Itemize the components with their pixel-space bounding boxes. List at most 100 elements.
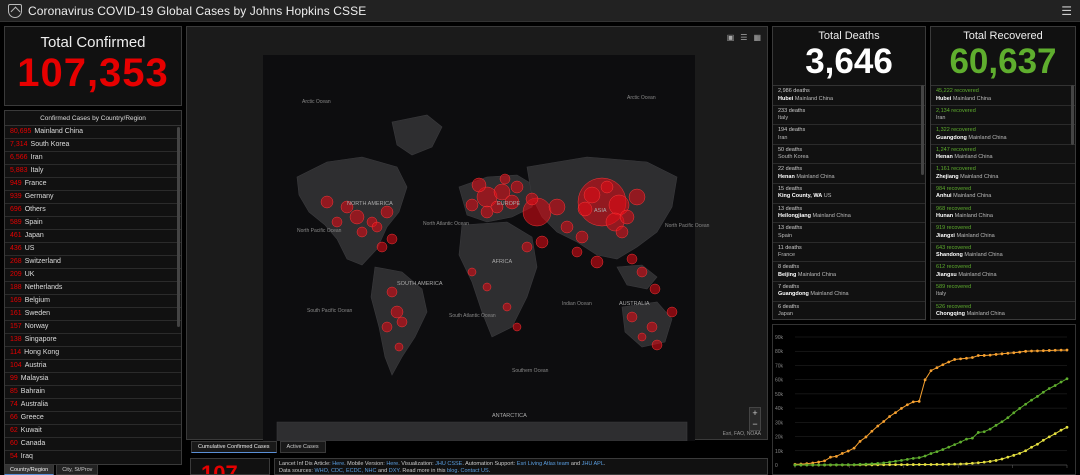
country-list-item[interactable]: 104 Austria [5,360,181,373]
chart-point[interactable] [994,353,998,356]
chart-point[interactable] [953,462,957,466]
chart-point[interactable] [911,456,915,460]
case-bubble[interactable] [381,321,393,333]
chart-point[interactable] [840,463,844,467]
case-bubble[interactable] [626,253,638,265]
country-list-item[interactable]: 939 Germany [5,191,181,204]
chart-point[interactable] [1036,395,1039,398]
case-bubble[interactable] [482,282,492,292]
chart-point[interactable] [793,463,797,467]
chart-point[interactable] [982,430,986,434]
chart-point[interactable] [923,454,927,458]
recovered-list-item[interactable]: 45,222 recovered Hubei Mainland China [931,86,1075,106]
chart-point[interactable] [817,460,821,464]
chart-point[interactable] [882,461,886,465]
chart-point[interactable] [888,463,892,467]
country-list-item[interactable]: 62 Kuwait [5,425,181,438]
chart-point[interactable] [917,456,921,460]
chart-point[interactable] [1006,416,1010,420]
chart-point[interactable] [965,356,968,360]
country-list-item[interactable]: 7,314 South Korea [5,139,181,152]
chart-point[interactable] [829,463,832,467]
country-list-item[interactable]: 99 Malaysia [5,373,181,386]
chart-point[interactable] [1036,349,1039,353]
case-bubble[interactable] [583,186,601,204]
chart-point[interactable] [888,460,892,464]
deaths-list-item[interactable]: 22 deaths Henan Mainland China [773,164,925,184]
chart-point[interactable] [1030,445,1033,449]
chart-point[interactable] [953,443,957,446]
chart-point[interactable] [1065,348,1069,352]
case-bubble[interactable] [646,321,658,333]
chart-point[interactable] [965,437,968,441]
case-bubble[interactable] [467,267,477,277]
chart-point[interactable] [840,452,844,455]
chart-point[interactable] [923,463,927,466]
chart-point[interactable] [982,460,986,464]
chart-point[interactable] [1030,398,1033,402]
country-list-item[interactable]: 268 Switzerland [5,256,181,269]
country-list-item[interactable]: 188 Netherlands [5,282,181,295]
recovered-scrollbar[interactable] [1071,85,1074,145]
chart-point[interactable] [935,450,939,454]
case-bubble[interactable] [320,195,334,209]
recovered-list-item[interactable]: 643 recovered Shandong Mainland China [931,243,1075,263]
chart-point[interactable] [876,462,880,465]
chart-point[interactable] [1047,435,1051,439]
case-bubble[interactable] [465,198,479,212]
country-list-item[interactable]: 436 US [5,243,181,256]
case-bubble[interactable] [560,220,574,234]
chart-point[interactable] [900,458,903,462]
mobile-link[interactable]: Here [386,461,398,467]
country-list-item[interactable]: 54 Iraq [5,451,181,463]
recovered-list-item[interactable]: 968 recovered Hunan Mainland China [931,204,1075,224]
chart-point[interactable] [1006,351,1010,355]
chart-point[interactable] [1053,348,1057,352]
country-list-item[interactable]: 85 Bahrain [5,386,181,399]
chart-point[interactable] [923,378,927,382]
country-list-item[interactable]: 696 Others [5,204,181,217]
case-bubble[interactable] [548,198,566,216]
case-bubble[interactable] [371,221,383,233]
bookmark-icon[interactable]: ▣ [727,33,735,42]
case-bubble[interactable] [380,205,394,219]
zoom-in-button[interactable]: + [750,408,760,419]
chart-point[interactable] [988,427,992,431]
case-bubble[interactable] [349,209,365,225]
chart-point[interactable] [970,461,974,465]
case-bubble[interactable] [571,246,583,258]
chart-point[interactable] [959,440,962,444]
case-bubble[interactable] [600,180,614,194]
chart-point[interactable] [976,431,980,434]
country-list-item[interactable]: 6,566 Iran [5,152,181,165]
chart-point[interactable] [917,463,921,466]
case-bubble[interactable] [480,205,494,219]
deaths-list-item[interactable]: 11 deaths France [773,243,925,263]
chart-point[interactable] [905,463,909,466]
case-bubble[interactable] [499,173,511,185]
chart-point[interactable] [935,366,939,370]
country-list-item[interactable]: 138 Singapore [5,334,181,347]
chart-point[interactable] [1047,349,1051,352]
case-bubble[interactable] [619,209,635,225]
chart-point[interactable] [1041,390,1045,394]
chart-point[interactable] [817,463,821,467]
chart-point[interactable] [941,462,945,466]
chart-point[interactable] [911,463,915,466]
chart-point[interactable] [1041,349,1045,353]
esri-link[interactable]: Esri Living Atlas team [517,461,570,467]
case-bubble[interactable] [394,342,404,352]
chart-point[interactable] [970,436,974,440]
chart-point[interactable] [900,463,903,467]
case-bubble[interactable] [615,225,629,239]
chart-point[interactable] [1012,411,1016,415]
chart-point[interactable] [947,445,951,449]
chart-point[interactable] [882,420,886,423]
jhu-csse-link[interactable]: JHU CSSE [435,461,462,467]
chart-point[interactable] [1024,449,1028,453]
deaths-list-item[interactable]: 6 deaths Japan [773,302,925,320]
chart-point[interactable] [1036,442,1039,446]
chart-point[interactable] [823,459,826,463]
tab-cumulative-confirmed[interactable]: Cumulative Confirmed Cases [191,441,277,453]
case-bubble[interactable] [637,332,647,342]
